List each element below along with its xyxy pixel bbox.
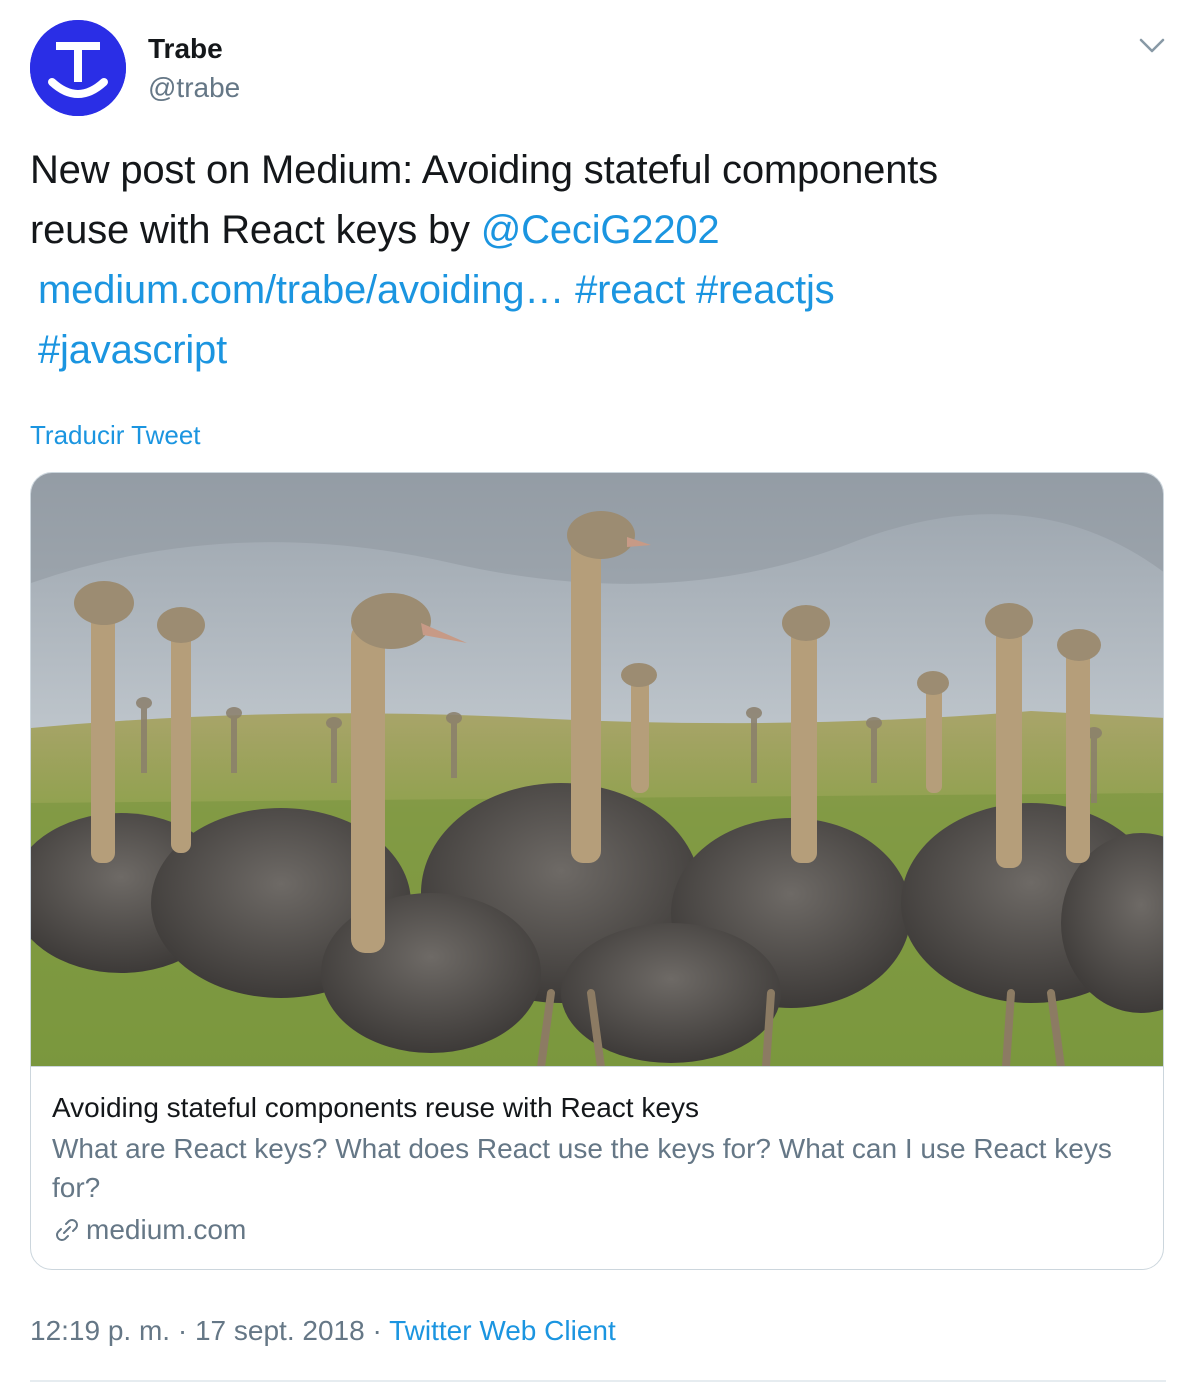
trabe-logo-icon — [30, 20, 126, 116]
tweet-text-line: New post on Medium: Avoiding stateful co… — [30, 140, 1150, 200]
client-link[interactable]: Twitter Web Client — [389, 1315, 616, 1346]
tweet-text-line: reuse with React keys by @CeciG2202 — [30, 200, 1150, 260]
divider — [30, 1380, 1166, 1382]
tweet-text-line: medium.com/trabe/avoiding… #react #react… — [30, 260, 1150, 320]
avatar[interactable] — [30, 20, 126, 116]
tweet-text-line: #javascript — [30, 320, 1150, 380]
handle[interactable]: @trabe — [148, 71, 240, 105]
tweet-meta: 12:19 p. m. · 17 sept. 2018 · Twitter We… — [30, 1312, 616, 1350]
tweet: Trabe @trabe New post on Medium: Avoidin… — [0, 0, 1196, 1384]
hashtag-javascript[interactable]: #javascript — [38, 328, 227, 372]
hashtag-reactjs[interactable]: #reactjs — [696, 268, 835, 312]
link-icon — [52, 1215, 82, 1245]
ostriches-photo — [31, 473, 1163, 1066]
tweet-time[interactable]: 12:19 p. m. — [30, 1315, 170, 1346]
display-name[interactable]: Trabe — [148, 32, 223, 66]
chevron-down-icon — [1139, 38, 1165, 53]
tweet-date[interactable]: 17 sept. 2018 — [195, 1315, 365, 1346]
translate-tweet-link[interactable]: Traducir Tweet — [30, 418, 201, 452]
link-card[interactable]: Avoiding stateful components reuse with … — [30, 472, 1164, 1270]
tweet-menu-button[interactable] — [1136, 32, 1168, 60]
tweet-text-part: New post on Medium: Avoiding stateful co… — [30, 148, 938, 192]
tweet-text: New post on Medium: Avoiding stateful co… — [30, 140, 1150, 380]
mention-link[interactable]: @CeciG2202 — [481, 208, 720, 252]
card-image[interactable] — [31, 473, 1163, 1067]
card-title[interactable]: Avoiding stateful components reuse with … — [52, 1089, 699, 1127]
card-description[interactable]: What are React keys? What does React use… — [52, 1129, 1142, 1207]
hashtag-react[interactable]: #react — [575, 268, 685, 312]
meta-separator: · — [372, 1315, 382, 1346]
card-domain[interactable]: medium.com — [52, 1211, 246, 1249]
tweet-text-part: reuse with React keys by — [30, 208, 481, 252]
article-url-link[interactable]: medium.com/trabe/avoiding… — [38, 268, 564, 312]
card-domain-text: medium.com — [86, 1214, 247, 1245]
meta-separator: · — [177, 1315, 188, 1346]
